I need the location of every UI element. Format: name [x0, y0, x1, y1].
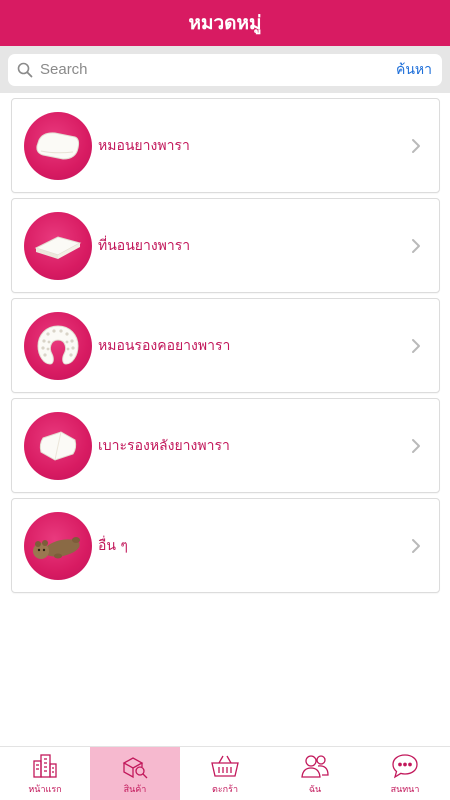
back-cushion-icon: [24, 411, 92, 480]
category-label: หมอนรองคอยางพารา: [98, 337, 231, 354]
tab-label: หน้าแรก: [28, 784, 62, 795]
tab-cart[interactable]: ตะกร้า: [180, 747, 270, 800]
pillow-icon: [24, 111, 92, 180]
search-icon: [16, 61, 34, 79]
category-label: ที่นอนยางพารา: [98, 237, 191, 254]
category-item-latex-mattress[interactable]: ที่นอนยางพารา: [11, 198, 440, 293]
chevron-right-icon: [409, 336, 423, 356]
category-item-others[interactable]: อื่น ๆ: [11, 498, 440, 593]
building-icon: [30, 752, 60, 780]
page-title: หมวดหมู่: [188, 12, 262, 34]
header-bar: หมวดหมู่: [0, 0, 450, 46]
search-bar: ค้นหา: [0, 46, 450, 93]
tab-label: ตะกร้า: [211, 784, 238, 795]
tab-label: สนทนา: [390, 784, 420, 795]
chevron-right-icon: [409, 136, 423, 156]
chevron-right-icon: [409, 236, 423, 256]
search-button[interactable]: ค้นหา: [396, 59, 432, 81]
mattress-icon: [24, 211, 92, 280]
chevron-right-icon: [409, 536, 423, 556]
category-label: หมอนยางพารา: [98, 137, 190, 154]
search-box[interactable]: ค้นหา: [8, 53, 442, 86]
tab-label: สินค้า: [123, 784, 147, 795]
tab-label: ฉัน: [308, 784, 322, 795]
tab-me[interactable]: ฉัน: [270, 747, 360, 800]
bottom-tab-bar: หน้าแรก สินค้า ตะกร้า ฉัน สนทนา: [0, 746, 450, 800]
tab-products[interactable]: สินค้า: [90, 747, 180, 800]
user-icon: [300, 752, 330, 780]
basket-icon: [210, 752, 240, 780]
tab-chat[interactable]: สนทนา: [360, 747, 450, 800]
category-item-latex-pillow[interactable]: หมอนยางพารา: [11, 98, 440, 193]
category-item-neck-pillow[interactable]: หมอนรองคอยางพารา: [11, 298, 440, 393]
tab-home[interactable]: หน้าแรก: [0, 747, 90, 800]
product-search-icon: [120, 752, 150, 780]
search-input[interactable]: [40, 61, 396, 78]
category-label: อื่น ๆ: [98, 537, 128, 554]
category-item-back-cushion[interactable]: เบาะรองหลังยางพารา: [11, 398, 440, 493]
chat-icon: [390, 752, 420, 780]
neck-pillow-icon: [24, 311, 92, 380]
category-label: เบาะรองหลังยางพารา: [98, 437, 230, 454]
chevron-right-icon: [409, 436, 423, 456]
plush-toy-icon: [24, 511, 92, 580]
category-list: หมอนยางพารา ที่นอนยางพารา หมอนรองคอยางพา…: [11, 98, 440, 598]
